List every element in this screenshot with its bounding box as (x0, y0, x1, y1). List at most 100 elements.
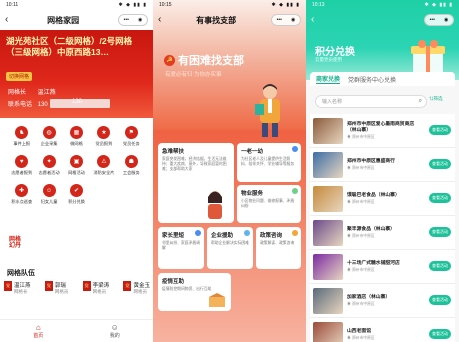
tab-home[interactable]: ⌂ 首页 (33, 320, 43, 342)
tile-desc: 小区物业问题、维修报事、矛盾纠纷 (241, 199, 295, 208)
service-grid-card: ♞ 事件上报 ◍ 企业采集 ▦ 微网格 ★ 党员报到 ⚑ 党员任务 ♥ 志愿者报到 ✦ 志愿者活动 ▣ 网格活… (4, 118, 149, 230)
tile-title: 疫情互助 (162, 279, 185, 285)
shop-info: 加家酒店（林山寨） ◉ 郑州市中原区 (347, 295, 419, 307)
service-item[interactable]: ☺ 妇女儿童 (35, 184, 62, 205)
box-icon (209, 293, 225, 307)
service-label: 党员报到 (95, 141, 113, 146)
phone-prefix[interactable]: 130 (38, 102, 48, 108)
shop-list-item[interactable]: 聚丰源食品（林山寨） ◉ 郑州市中原区 查看活动 (310, 216, 455, 250)
service-icon: ◍ (42, 126, 56, 139)
view-activity-button[interactable]: 查看活动 (429, 125, 451, 135)
service-item[interactable]: ✔ 积分兑换 (63, 184, 90, 205)
member-info: 温江燕 网格长 (14, 281, 31, 295)
help-tile-elderly-child[interactable]: 一老一幼 为社区老人及儿童提供生活照料、陪伴关怀、学业辅导等服务 (237, 143, 301, 182)
service-item[interactable]: ✚ 积水点巡查 (8, 184, 35, 205)
service-item[interactable]: ♥ 志愿者报到 (8, 155, 35, 176)
service-label: 积水点巡查 (11, 199, 33, 204)
help-tile-epidemic[interactable]: 疫情互助 疫情防控期间物资、出行互助 (158, 273, 231, 311)
tab-mine[interactable]: ☺ 我的 (110, 320, 120, 342)
shop-list-item[interactable]: 十三场广式糖水铺甜河店 ◉ 郑州市中原区 查看活动 (310, 250, 455, 284)
badge-icon (244, 230, 250, 236)
shop-name: 山西老面馆 (347, 328, 371, 334)
close-icon[interactable]: ◉ (291, 17, 295, 23)
shop-name: 加家酒店（林山寨） (347, 294, 391, 300)
status-icons: ✱ ◆ ▮▮ ▮ (271, 2, 300, 8)
service-item[interactable]: ★ 党员报到 (90, 126, 117, 147)
back-icon[interactable]: ‹ (158, 15, 161, 25)
back-icon[interactable]: ‹ (311, 15, 314, 25)
back-icon[interactable]: ‹ (5, 15, 8, 25)
view-activity-button[interactable]: 查看活动 (429, 227, 451, 237)
tile-title: 物业服务 (241, 191, 264, 197)
service-item[interactable]: ▦ 微网格 (63, 126, 90, 147)
view-activity-button[interactable]: 查看活动 (429, 295, 451, 305)
tile-title: 急难帮扶 (162, 149, 185, 155)
member-name: 李梁涛 (92, 283, 110, 289)
more-icon[interactable]: ••• (430, 17, 435, 23)
team-member[interactable]: 党黄金玉 网格员 (123, 281, 150, 295)
service-item[interactable]: ⚑ 党员任务 (118, 126, 145, 147)
page-title: 积分兑换 (315, 47, 355, 58)
service-item[interactable]: ♞ 事件上报 (8, 126, 35, 147)
view-activity-button[interactable]: 查看活动 (429, 261, 451, 271)
switch-grid-button[interactable]: 切换网格 (6, 72, 33, 81)
help-tile-property[interactable]: 物业服务 小区物业问题、维修报事、矛盾纠纷 (237, 185, 301, 223)
badge-icon (292, 146, 298, 152)
service-item[interactable]: ◍ 企业采集 (35, 126, 62, 147)
member-info: 郭瑞 网格员 (55, 281, 69, 295)
nav-bar: ‹ 有事找支部 ••• ◉ (153, 10, 306, 30)
shop-info: 十三场广式糖水铺甜河店 ◉ 郑州市中原区 (347, 261, 419, 273)
close-icon[interactable]: ◉ (444, 17, 448, 23)
service-label: 企业采集 (40, 141, 58, 146)
shop-list-item[interactable]: 山西老面馆 ◉ 郑州市中原区 查看活动 (310, 318, 455, 342)
hero-title-text: 有困难找支部 (178, 55, 244, 67)
shop-name: 郑州市中原区惠盛商行 (347, 158, 395, 164)
service-item[interactable]: ▣ 网格活动 (63, 155, 90, 176)
shop-list-item[interactable]: 加家酒店（林山寨） ◉ 郑州市中原区 查看活动 (310, 284, 455, 318)
status-time: 10:15 (159, 2, 172, 8)
service-icon: ▦ (69, 126, 83, 139)
help-tile-enterprise[interactable]: 企业援助 帮助企业解决实际困难 (207, 227, 253, 269)
shop-name: 馍聪巴老食品（林山寨） (347, 192, 400, 198)
phone-suffix[interactable]: 130 (72, 99, 82, 105)
search-placeholder: 输入名称 (322, 99, 343, 105)
view-activity-button[interactable]: 查看活动 (429, 159, 451, 169)
service-item[interactable]: ☗ 工会服务 (118, 155, 145, 176)
shop-list-item[interactable]: 郑州市中原区爱心墨雨商贸商店（林山寨） ◉ 郑州市中原区 查看活动 (310, 114, 455, 148)
shop-photo (313, 185, 343, 212)
shop-address: ◉ 郑州市中原区 (347, 335, 375, 340)
view-activity-button[interactable]: 查看活动 (429, 193, 451, 203)
help-tile-policy[interactable]: 政策咨询 政策解读、政策咨询 (256, 227, 301, 269)
tab-mine-label: 我的 (109, 333, 120, 339)
service-icon: ♞ (15, 126, 29, 139)
party-emblem-icon: ☭ (164, 54, 175, 66)
tab-service-center[interactable]: 党群服务中心兑换 (348, 75, 396, 84)
more-icon[interactable]: ••• (124, 17, 129, 23)
service-label: 事件上报 (13, 141, 31, 146)
grid-logo: 网格 幻丹 (9, 237, 21, 249)
service-item[interactable]: ⚠ 消防安全片 (90, 155, 117, 176)
team-member[interactable]: 党郭瑞 网格员 (44, 281, 69, 295)
service-item[interactable]: ✦ 志愿者活动 (35, 155, 62, 176)
help-tile-emergency[interactable]: 急难帮扶 家庭突发困难，经济拮据，生活无法维持；重大疾病、意外，导致家庭暂时困难… (158, 143, 234, 223)
help-tile-family[interactable]: 家长里短 邻里纠纷、家庭矛盾调解 (158, 227, 204, 269)
filter-button[interactable]: ⇅筛选 (429, 96, 443, 102)
shop-address: ◉ 郑州市中原区 (347, 233, 375, 238)
close-icon[interactable]: ◉ (138, 17, 142, 23)
shop-list-item[interactable]: 郑州市中原区惠盛商行 ◉ 郑州市中原区 查看活动 (310, 148, 455, 182)
tab-merchant[interactable]: 商家兑换 (316, 74, 341, 84)
user-icon: ☺ (110, 323, 119, 332)
search-input[interactable]: 输入名称 ⌕ (315, 95, 427, 108)
shop-list-item[interactable]: 馍聪巴老食品（林山寨） ◉ 郑州市中原区 查看活动 (310, 182, 455, 216)
team-member[interactable]: 党李梁涛 网格员 (82, 281, 110, 295)
member-name: 温江燕 (14, 283, 31, 289)
search-icon[interactable]: ⌕ (419, 98, 422, 105)
service-icon: ✚ (15, 184, 29, 197)
view-activity-button[interactable]: 查看活动 (429, 329, 451, 339)
tile-desc: 帮助企业解决实际困难 (211, 241, 249, 245)
team-member[interactable]: 党温江燕 网格长 (4, 281, 31, 295)
more-icon[interactable]: ••• (277, 17, 282, 23)
gift-illustration (411, 40, 445, 74)
tab-home-label: 首页 (33, 333, 44, 339)
shop-name: 郑州市中原区爱心墨雨商贸商店（林山寨） (347, 121, 415, 133)
